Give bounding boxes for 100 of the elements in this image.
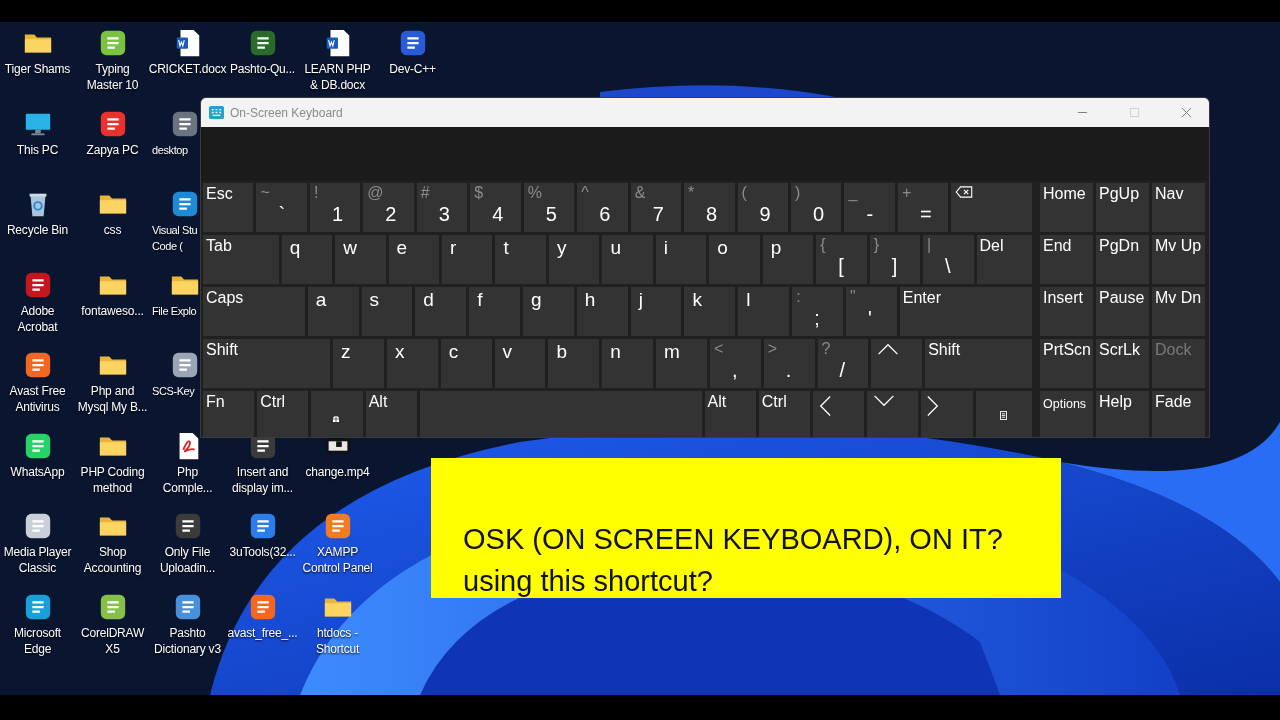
- icon-label: Dev-C++: [389, 61, 436, 77]
- keyboard-key[interactable]: % 5: [523, 183, 575, 232]
- icon-label: This PC: [16, 141, 59, 158]
- keyboard-key[interactable]: | \: [923, 235, 974, 284]
- keyboard-key[interactable]: + =: [897, 183, 949, 232]
- keyboard-key[interactable]: Alt: [704, 391, 756, 437]
- keyboard-key[interactable]: n: [602, 339, 654, 388]
- keyboard-key[interactable]: Tab: [203, 235, 279, 284]
- keyboard-key[interactable]: : ;: [792, 287, 843, 336]
- keyboard-key[interactable]: } ]: [869, 235, 921, 284]
- chevron-left-icon: [819, 395, 831, 417]
- keyboard-key[interactable]: ScrLk: [1096, 339, 1149, 388]
- icon-label: Php Comple...: [162, 463, 213, 496]
- keyboard-key[interactable]: ? /: [817, 339, 869, 388]
- keyboard-key[interactable]: k: [684, 287, 736, 336]
- keyboard-key[interactable]: i: [655, 235, 707, 284]
- keyboard-key[interactable]: o: [709, 235, 760, 284]
- icon-label: desktop: [151, 142, 188, 158]
- keyboard-key[interactable]: f: [469, 287, 520, 336]
- icon-label: Pashto-Qu...: [230, 61, 295, 77]
- keyboard-key[interactable]: ! 1: [309, 183, 361, 232]
- keyboard-key[interactable]: Fade: [1152, 391, 1205, 437]
- keyboard-key[interactable]: Help: [1096, 391, 1149, 437]
- keyboard-key[interactable]: End: [1040, 235, 1093, 284]
- keyboard-key[interactable]: Esc: [203, 183, 254, 232]
- keyboard-key[interactable]: b: [548, 339, 600, 388]
- keyboard-key[interactable]: j: [630, 287, 682, 336]
- keyboard-key[interactable]: " ': [845, 287, 897, 336]
- keyboard-key[interactable]: r: [442, 235, 493, 284]
- keyboard-key[interactable]: Alt: [365, 391, 417, 437]
- keyboard-key[interactable]: PgUp: [1096, 183, 1149, 232]
- icon-label: Visual Stu Code (: [151, 223, 198, 254]
- icon-label: Avast Free Antivirus: [9, 383, 66, 415]
- keyboard-key[interactable]: Options: [1040, 391, 1093, 437]
- keyboard-key[interactable]: l: [738, 287, 790, 336]
- keyboard-key[interactable]: z: [333, 339, 384, 388]
- keyboard-key[interactable]: Insert: [1040, 287, 1093, 336]
- keyboard-key[interactable]: q: [281, 235, 333, 284]
- keyboard-key[interactable]: s: [361, 287, 413, 336]
- keyboard-key[interactable]: Mv Up: [1152, 235, 1205, 284]
- keyboard-key[interactable]: < ,: [709, 339, 761, 388]
- desktop-app-icon[interactable]: [170, 189, 200, 219]
- windows-logo-icon: [332, 415, 341, 423]
- icon-label: Shop Accounting: [83, 544, 142, 576]
- keyboard-key[interactable]: w: [335, 235, 386, 284]
- icon-label: Adobe Acrobat: [17, 302, 58, 335]
- keyboard-key[interactable]: Pause: [1096, 287, 1149, 336]
- icon-label: Zapya PC: [86, 141, 139, 158]
- keyboard-key[interactable]: Shift: [925, 339, 1032, 388]
- icon-label: CorelDRAW X5: [80, 624, 145, 657]
- keyboard-key[interactable]: PgDn: [1096, 235, 1149, 284]
- icon-label: css: [103, 222, 122, 238]
- maximize-icon: [1128, 107, 1140, 118]
- keyboard-key[interactable]: @ 2: [363, 183, 414, 232]
- keyboard-key[interactable]: ( 9: [737, 183, 788, 232]
- keyboard-key[interactable]: t: [495, 235, 546, 284]
- keyboard-key[interactable]: g: [523, 287, 574, 336]
- keyboard-key[interactable]: > .: [763, 339, 815, 388]
- icon-label: Media Player Classic: [3, 544, 72, 576]
- keyboard-key[interactable]: ^ 6: [577, 183, 628, 232]
- keyboard-key[interactable]: a: [307, 287, 359, 336]
- icon-label: Insert and display im...: [232, 463, 293, 496]
- chevron-up-icon: [877, 343, 900, 355]
- keyboard-key[interactable]: Shift: [203, 339, 331, 388]
- keyboard-key[interactable]: Enter: [899, 287, 1032, 336]
- keyboard-key[interactable]: u: [602, 235, 653, 284]
- keyboard-key[interactable]: m: [656, 339, 707, 388]
- icon-label: Typing Master 10: [86, 61, 139, 93]
- keyboard-key[interactable]: ) 0: [791, 183, 842, 232]
- keyboard-key[interactable]: Fn: [203, 391, 255, 437]
- keyboard-key[interactable]: Nav: [1152, 183, 1205, 232]
- keyboard-key[interactable]: c: [440, 339, 492, 388]
- keyboard-key[interactable]: p: [762, 235, 814, 284]
- keyboard-key[interactable]: & 7: [630, 183, 682, 232]
- keyboard-key[interactable]: Caps: [203, 287, 305, 336]
- keyboard-key[interactable]: [951, 183, 1033, 232]
- keyboard-key[interactable]: h: [576, 287, 628, 336]
- menu-icon: [999, 411, 1007, 420]
- keyboard-key[interactable]: * 8: [684, 183, 735, 232]
- keyboard-key[interactable]: v: [494, 339, 546, 388]
- keyboard-key[interactable]: y: [548, 235, 600, 284]
- keyboard-key[interactable]: Ctrl: [257, 391, 309, 437]
- keyboard-key[interactable]: _ -: [844, 183, 895, 232]
- keyboard-key[interactable]: e: [388, 235, 440, 284]
- keyboard-key[interactable]: Del: [976, 235, 1033, 284]
- keyboard-key[interactable]: PrtScn: [1040, 339, 1093, 388]
- keyboard-key[interactable]: ~ `: [256, 183, 307, 232]
- desktop-app-icon[interactable]: [170, 350, 200, 380]
- icon-label: Microsoft Edge: [14, 624, 61, 657]
- keyboard-key[interactable]: $ 4: [470, 183, 521, 232]
- keyboard-key[interactable]: Home: [1040, 183, 1093, 232]
- icon-label: Recycle Bin: [6, 222, 69, 238]
- caption-text: OSK (ON SCREEN KEYBOARD), ON IT?: [463, 522, 1003, 557]
- keyboard-key[interactable]: d: [415, 287, 467, 336]
- icon-label: LEARN PHP & DB.docx: [304, 61, 371, 93]
- keyboard-key[interactable]: # 3: [416, 183, 468, 232]
- keyboard-key[interactable]: Ctrl: [758, 391, 810, 437]
- keyboard-key[interactable]: Mv Dn: [1152, 287, 1205, 336]
- keyboard-key[interactable]: x: [386, 339, 438, 388]
- keyboard-key[interactable]: { [: [816, 235, 867, 284]
